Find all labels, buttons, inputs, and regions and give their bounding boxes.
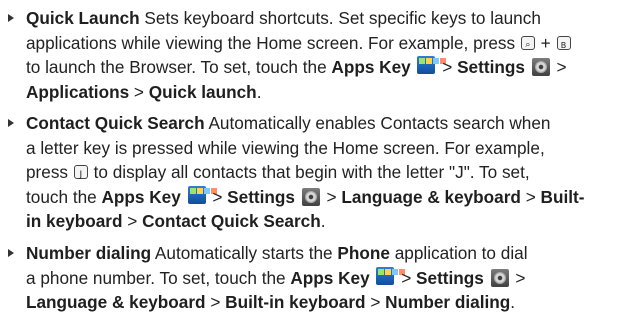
separator: > xyxy=(326,186,337,207)
line: Applications > Quick launch. xyxy=(26,80,620,105)
line: Contact Quick Search Automatically enabl… xyxy=(26,111,620,136)
body-text: Automatically enables Contacts search wh… xyxy=(204,113,551,133)
period: . xyxy=(510,292,516,313)
separator: > xyxy=(210,292,221,313)
separator: > xyxy=(127,211,138,232)
plus-sign: + xyxy=(540,32,551,53)
apps-key-icon xyxy=(187,185,217,204)
separator: > xyxy=(212,186,223,207)
line: in keyboard > Contact Quick Search. xyxy=(26,209,620,234)
quick-launch-label: Quick launch xyxy=(148,81,257,102)
search-key-icon: ⌕ xyxy=(520,35,535,50)
item-title: Quick Launch xyxy=(26,8,140,28)
built-in-keyboard-label: Built-in keyboard xyxy=(225,292,366,313)
number-dialing-label: Number dialing xyxy=(385,292,511,313)
settings-gear-icon xyxy=(531,58,550,77)
body-text: to launch the Browser. To set, touch the xyxy=(26,57,332,78)
separator: > xyxy=(556,57,567,78)
bullet-marker xyxy=(8,249,14,257)
phone-label: Phone xyxy=(337,243,390,263)
body-text: press xyxy=(26,162,69,183)
body-text: Sets keyboard shortcuts. Set specific ke… xyxy=(139,8,541,28)
apps-key-label: Apps Key xyxy=(331,57,411,78)
applications-label: Applications xyxy=(26,81,130,102)
bullet-item-number-dialing: Number dialing Automatically starts the … xyxy=(8,241,620,315)
apps-key-icon xyxy=(417,56,447,75)
period: . xyxy=(320,211,326,232)
separator: > xyxy=(401,267,412,288)
settings-gear-icon xyxy=(301,187,320,206)
apps-key-icon xyxy=(376,266,406,285)
body-text: to display all contacts that begin with … xyxy=(88,162,530,183)
browser-key-icon: B xyxy=(556,35,571,50)
line: a letter key is pressed while viewing th… xyxy=(26,136,620,161)
line: to launch the Browser. To set, touch the… xyxy=(26,55,620,80)
separator: > xyxy=(515,267,526,288)
item-text: Quick Launch Sets keyboard shortcuts. Se… xyxy=(26,6,620,104)
settings-gear-icon xyxy=(490,268,509,287)
manual-page: Quick Launch Sets keyboard shortcuts. Se… xyxy=(0,0,629,320)
bullet-marker xyxy=(8,14,14,22)
apps-key-label: Apps Key xyxy=(290,267,370,288)
separator: > xyxy=(370,292,381,313)
separator: > xyxy=(525,186,536,207)
item-title: Contact Quick Search xyxy=(26,113,205,133)
body-text: application to dial xyxy=(389,243,528,263)
line: touch the Apps Key > Settings > Language… xyxy=(26,185,620,210)
settings-label: Settings xyxy=(416,267,484,288)
language-keyboard-label: Language & keyboard xyxy=(341,186,521,207)
period: . xyxy=(256,81,262,102)
item-text: Contact Quick Search Automatically enabl… xyxy=(26,111,620,234)
bullet-item-quick-launch: Quick Launch Sets keyboard shortcuts. Se… xyxy=(8,6,620,104)
line: applications while viewing the Home scre… xyxy=(26,31,620,56)
line: Quick Launch Sets keyboard shortcuts. Se… xyxy=(26,6,620,31)
line: a phone number. To set, touch the Apps K… xyxy=(26,266,620,291)
bullet-marker xyxy=(8,119,14,127)
body-text: touch the xyxy=(26,186,102,207)
item-text: Number dialing Automatically starts the … xyxy=(26,241,620,315)
contact-quick-search-label: Contact Quick Search xyxy=(142,211,321,232)
built-in-keyboard-label: in keyboard xyxy=(26,211,123,232)
settings-label: Settings xyxy=(457,57,525,78)
body-text: Automatically starts the xyxy=(151,243,338,263)
line: Number dialing Automatically starts the … xyxy=(26,241,620,266)
line: press J to display all contacts that beg… xyxy=(26,160,620,185)
language-keyboard-label: Language & keyboard xyxy=(26,292,206,313)
apps-key-label: Apps Key xyxy=(101,186,181,207)
settings-label: Settings xyxy=(227,186,295,207)
bullet-item-contact-quick-search: Contact Quick Search Automatically enabl… xyxy=(8,111,620,234)
j-key-icon: J xyxy=(73,165,88,180)
line: Language & keyboard > Built-in keyboard … xyxy=(26,290,620,315)
separator: > xyxy=(442,57,453,78)
built-in-label: Built- xyxy=(540,186,585,207)
body-text: applications while viewing the Home scre… xyxy=(26,32,520,53)
item-title: Number dialing xyxy=(26,243,152,263)
body-text: a phone number. To set, touch the xyxy=(26,267,291,288)
body-text: a letter key is pressed while viewing th… xyxy=(26,137,545,158)
separator: > xyxy=(133,81,144,102)
